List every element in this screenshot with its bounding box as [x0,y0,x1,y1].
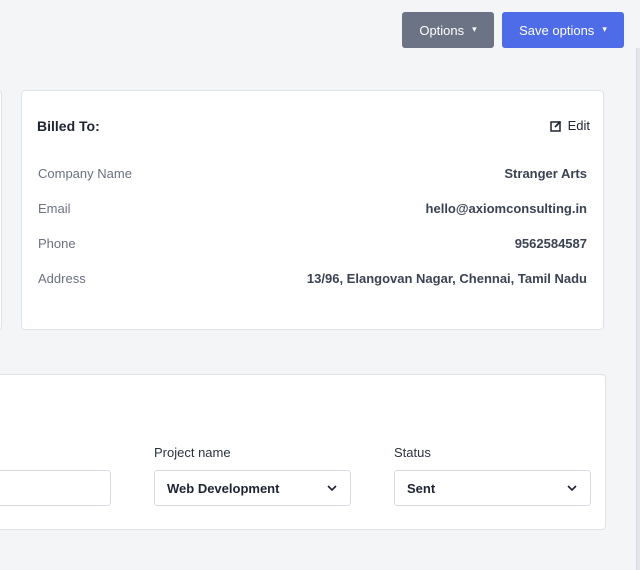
edit-label: Edit [567,118,590,133]
options-label: Options [419,22,465,38]
address-row: Address 13/96, Elangovan Nagar, Chennai,… [38,268,587,288]
scrollbar[interactable] [636,48,640,570]
address-label: Address [38,270,86,286]
status-select[interactable]: Sent [394,470,591,506]
phone-label: Phone [38,235,76,251]
billed-from-card-edge [0,90,2,330]
save-options-button[interactable]: Save options ▾ [502,12,624,48]
address-value: 13/96, Elangovan Nagar, Chennai, Tamil N… [306,270,587,286]
project-details-card: Project name Web Development Status Sent [0,374,606,530]
project-name-label: Project name [154,445,231,460]
project-name-select[interactable]: Web Development [154,470,351,506]
status-value: Sent [407,480,436,496]
company-name-row: Company Name Stranger Arts [38,163,587,183]
email-value: hello@axiomconsulting.in [425,200,587,216]
project-name-value: Web Development [167,480,280,496]
phone-row: Phone 9562584587 [38,233,587,253]
chevron-down-icon: ▾ [472,23,477,34]
chevron-down-icon: ▾ [602,23,607,34]
options-button[interactable]: Options ▾ [402,12,494,48]
email-row: Email hello@axiomconsulting.in [38,198,587,218]
partial-input-field[interactable] [0,470,111,506]
chevron-down-icon [567,485,577,492]
company-name-value: Stranger Arts [504,165,587,181]
edit-button[interactable]: Edit [549,118,590,133]
edit-icon [549,120,561,132]
company-name-label: Company Name [38,165,132,181]
top-toolbar: Options ▾ Save options ▾ [0,0,640,62]
phone-value: 9562584587 [514,235,587,251]
email-label: Email [38,200,71,216]
chevron-down-icon [327,485,337,492]
billed-to-card: Billed To: Edit Company Name Stranger Ar… [21,90,604,330]
save-options-label: Save options [519,22,595,38]
status-label: Status [394,445,431,460]
billed-to-title: Billed To: [37,118,100,134]
